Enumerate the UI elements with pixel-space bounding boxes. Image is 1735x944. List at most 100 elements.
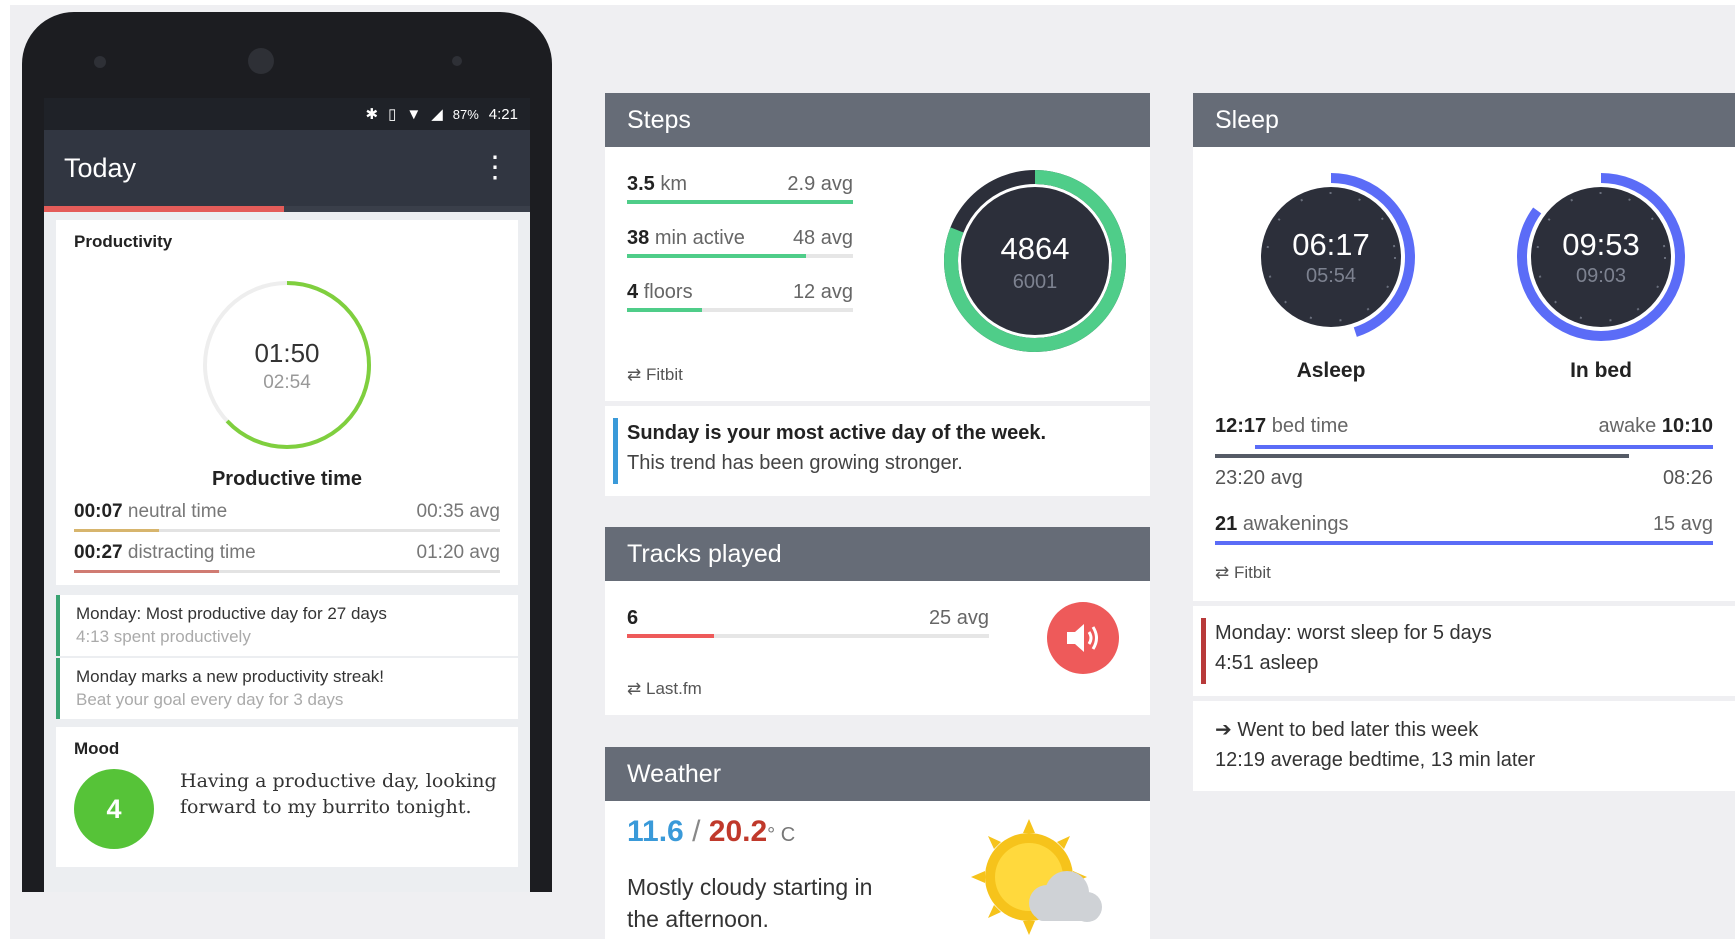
distracting-label: distracting time [127,542,256,563]
steps-header: Steps [605,93,1150,147]
bluetooth-icon: ✱ [365,106,379,123]
awakenings-bar [1215,541,1713,545]
bedtime-avg-bar [1215,454,1629,458]
sleep-insight-1-title: Monday: worst sleep for 5 days [1215,622,1492,644]
bedtime-row: 12:17 bed time awake 10:10 [1215,415,1713,438]
sleep-source-label: Fitbit [1233,563,1271,582]
phone-camera [248,48,274,74]
productivity-note-1[interactable]: Monday: Most productive day for 27 days … [56,595,518,656]
distracting-bar-fill [74,570,219,573]
productivity-note-2[interactable]: Monday marks a new productivity streak! … [56,658,518,719]
mood-card[interactable]: Mood 4 Having a productive day, looking … [56,727,518,867]
arrow-right-icon: ➔ [1215,719,1232,741]
steps-dial: 4864 6001 [943,169,1127,353]
mood-title: Mood [74,739,120,758]
awakenings-avg: 15 avg [1652,513,1713,535]
bedtime-bar [1255,445,1713,449]
asleep-avg: 05:54 [1305,265,1357,287]
productive-caption: Productive time [211,468,363,490]
note-1-title: Monday: Most productive day for 27 days [76,604,387,623]
active-unit: min active [654,227,745,249]
bedtime-label: bed time [1271,415,1349,437]
weather-description: Mostly cloudy starting in the afternoon. [627,874,873,933]
floors-bar [627,308,853,312]
inbed-avg: 09:03 [1575,265,1627,287]
signal-icon: ◢ [431,106,443,123]
distracting-avg: 01:20 avg [416,542,500,563]
inbed-label: In bed [1570,359,1632,382]
temp-high: 20.2 [708,815,768,848]
sleep-insight-1-detail: 4:51 asleep [1215,652,1319,674]
sleep-source[interactable]: ⇄ Fitbit [1215,563,1271,583]
active-bar-fill [627,254,806,258]
inbed-dial: 09:53 09:03 [1513,169,1689,345]
neutral-avg: 00:35 avg [416,501,500,522]
tracks-header: Tracks played [605,527,1150,581]
active-bar [627,254,853,258]
steps-source[interactable]: ⇄ Fitbit [627,365,683,385]
avg-waketime: 08:26 [1662,467,1713,489]
distracting-value: 00:27 [74,542,123,563]
note-2-detail: Beat your goal every day for 3 days [76,690,344,709]
partly-sunny-icon-svg [971,819,1102,935]
tracks-widget[interactable]: Tracks played 6 25 avg ⇄ Last.fm [605,527,1150,715]
wifi-icon: ▼ [406,105,422,123]
steps-goal: 6001 [1012,271,1058,293]
steps-count: 4864 [1000,231,1070,266]
floors-bar-fill [627,308,702,312]
vibrate-icon: ▯ [388,106,397,123]
tracks-source-label: Last.fm [645,679,702,698]
sleep-insight-2-title-row: ➔ Went to bed later this week [1215,717,1478,742]
app-title: Today [64,152,137,183]
productivity-title: Productivity [74,232,173,251]
tracks-bar-fill [627,634,714,638]
productive-avg: 02:54 [263,372,311,393]
neutral-value: 00:07 [74,501,123,522]
asleep-time: 06:17 [1292,227,1370,262]
steps-source-label: Fitbit [645,365,683,384]
temp-unit: ° C [767,824,796,846]
steps-row-distance: 3.5 km 2.9 avg [627,173,853,204]
sleep-widget[interactable]: Sleep 06:17 05:54 Asleep 09:53 09:03 In … [1193,93,1735,601]
battery-level: 87% [452,106,479,122]
sleep-insight-1[interactable]: Monday: worst sleep for 5 days 4:51 asle… [1193,606,1735,696]
neutral-label: neutral time [127,501,228,522]
sync-icon: ⇄ [627,679,642,698]
steps-insight-text: This trend has been growing stronger. [627,452,963,474]
distance-bar [627,200,853,204]
steps-insight[interactable]: Sunday is your most active day of the we… [605,406,1150,496]
awakenings-row: 21 awakenings 15 avg [1215,513,1713,536]
asleep-dial: 06:17 05:54 [1243,169,1419,345]
volume-icon[interactable] [1047,602,1119,674]
tracks-avg: 25 avg [928,607,989,629]
productivity-card[interactable]: Productivity 01:50 02:54 Productive time… [56,220,518,585]
active-value: 38 [627,227,650,249]
phone-device: ✱ ▯ ▼ ◢ 87% 4:21 Today ⋮ Productivity 01… [22,12,552,892]
distance-unit: km [660,173,688,195]
sleep-insight-2-detail: 12:19 average bedtime, 13 min later [1215,749,1536,771]
steps-widget[interactable]: Steps 3.5 km 2.9 avg 38 min active 48 avg … [605,93,1150,401]
distance-bar-fill [627,200,853,204]
tracks-source[interactable]: ⇄ Last.fm [627,679,702,699]
neutral-bar [74,529,500,532]
tracks-bar [627,634,989,638]
avg-bedtime: 23:20 avg [1215,467,1303,489]
bedtime-value: 12:17 [1215,415,1267,437]
app-bar: Today ⋮ [44,130,530,206]
phone-screen: ✱ ▯ ▼ ◢ 87% 4:21 Today ⋮ Productivity 01… [44,98,530,892]
temp-separator: / [692,815,701,848]
weather-widget[interactable]: Weather 11.6 / 20.2° C Mostly cloudy sta… [605,747,1150,939]
inbed-time: 09:53 [1562,227,1640,262]
steps-insight-title: Sunday is your most active day of the we… [627,422,1047,444]
asleep-label: Asleep [1296,359,1366,382]
more-vert-icon[interactable]: ⋮ [480,153,510,183]
temp-low: 11.6 [627,815,684,848]
note-1-detail: 4:13 spent productively [76,627,251,646]
volume-icon-svg [1067,624,1098,652]
sleep-insight-accent [1201,618,1206,684]
steps-row-active: 38 min active 48 avg [627,227,853,258]
tab-indicator [44,206,284,212]
mood-score-badge: 4 [74,769,154,849]
sleep-insight-2[interactable]: ➔ Went to bed later this week 12:19 aver… [1193,701,1735,791]
phone-sensor [94,56,106,68]
